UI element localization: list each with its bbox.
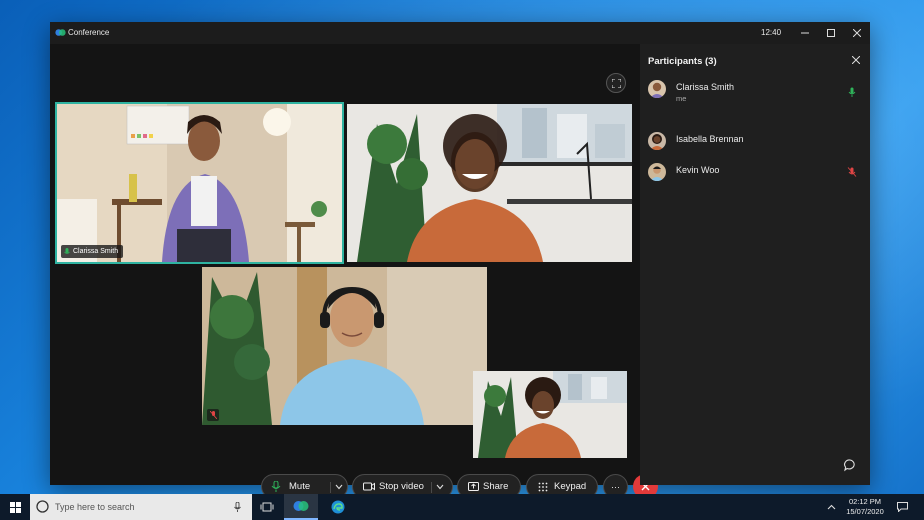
edge-browser-icon — [331, 500, 345, 514]
participant-name: Kevin Woo — [676, 165, 720, 175]
participant-row-isabella[interactable]: Isabella Brennan — [640, 132, 870, 162]
title-bar: Conference 12:40 — [50, 22, 870, 44]
video-feed-clarissa — [57, 104, 342, 262]
chat-icon[interactable] — [843, 458, 857, 472]
taskbar-search-box[interactable]: Type here to search — [30, 494, 252, 520]
keypad-label: Keypad — [554, 481, 587, 492]
mic-muted-icon — [209, 411, 217, 419]
search-placeholder: Type here to search — [55, 502, 135, 512]
minimize-button[interactable] — [792, 22, 818, 44]
participants-header: Participants (3) — [648, 56, 717, 67]
clock-time: 02:12 PM — [848, 497, 882, 506]
avatar — [648, 132, 666, 150]
self-view-tile[interactable] — [473, 371, 627, 458]
participant-subtitle: me — [676, 94, 687, 103]
avatar — [648, 80, 666, 98]
search-icon — [36, 500, 49, 513]
fullscreen-icon — [611, 78, 621, 88]
windows-logo-icon — [9, 501, 21, 513]
participant-name: Isabella Brennan — [676, 134, 744, 144]
video-tile-isabella[interactable] — [347, 104, 632, 262]
video-stage: Clarissa Smith Mute Stop video Share Key… — [50, 44, 658, 499]
close-window-button[interactable] — [844, 22, 870, 44]
notifications-icon[interactable] — [897, 502, 908, 512]
participant-row-clarissa[interactable]: Clarissa Smith me — [640, 80, 870, 110]
speaker-name: Clarissa Smith — [73, 248, 119, 255]
more-options-label: ··· — [611, 481, 620, 492]
system-clock[interactable]: 02:12 PM 15/07/2020 — [838, 497, 892, 517]
mic-on-icon — [64, 247, 70, 254]
conference-window: Conference 12:40 Clarissa Smith Mute Sto… — [50, 22, 870, 499]
mute-label: Mute — [289, 481, 311, 492]
participants-panel: Participants (3) Clarissa Smith me Isabe… — [640, 44, 870, 485]
close-panel-button[interactable] — [848, 52, 864, 68]
taskbar: Type here to search 02:12 PM 15/07/2020 — [0, 494, 924, 520]
chevron-down-icon[interactable] — [436, 484, 444, 490]
speaker-name-tag: Clarissa Smith — [61, 245, 124, 258]
stop-video-label: Stop video — [379, 481, 424, 492]
share-screen-icon — [468, 481, 479, 491]
task-view-icon — [260, 502, 274, 512]
video-feed-kevin — [202, 267, 487, 425]
app-title: Conference — [68, 28, 110, 37]
muted-indicator — [207, 409, 219, 421]
share-label: Share — [483, 481, 509, 492]
mic-muted-icon — [847, 167, 857, 177]
fullscreen-button[interactable] — [606, 73, 626, 93]
clock-date: 15/07/2020 — [846, 507, 884, 516]
chevron-up-icon[interactable] — [827, 504, 836, 510]
self-view-feed — [473, 371, 627, 458]
avatar — [648, 163, 666, 181]
chevron-down-icon[interactable] — [335, 484, 343, 490]
video-tile-clarissa[interactable]: Clarissa Smith — [55, 102, 344, 264]
keypad-icon — [538, 482, 548, 491]
video-tile-kevin[interactable] — [202, 267, 487, 425]
microphone-icon[interactable] — [234, 502, 241, 512]
close-icon — [852, 56, 860, 64]
video-camera-icon — [363, 482, 375, 491]
participant-row-kevin[interactable]: Kevin Woo — [640, 163, 870, 193]
microphone-icon — [271, 481, 281, 492]
taskbar-webex-app[interactable] — [284, 494, 318, 520]
taskbar-edge-app[interactable] — [321, 494, 355, 520]
video-feed-isabella — [347, 104, 632, 262]
maximize-button[interactable] — [818, 22, 844, 44]
maximize-icon — [827, 29, 835, 37]
participant-name: Clarissa Smith — [676, 82, 735, 92]
start-button[interactable] — [0, 494, 30, 520]
minimize-icon — [801, 32, 809, 34]
split-divider — [431, 482, 432, 493]
split-divider — [330, 482, 331, 493]
webex-logo-icon — [55, 29, 66, 36]
call-timer: 12:40 — [761, 28, 782, 37]
webex-logo-icon — [293, 501, 309, 511]
mic-on-icon — [848, 87, 856, 97]
task-view-button[interactable] — [250, 494, 284, 520]
close-icon — [853, 29, 861, 37]
